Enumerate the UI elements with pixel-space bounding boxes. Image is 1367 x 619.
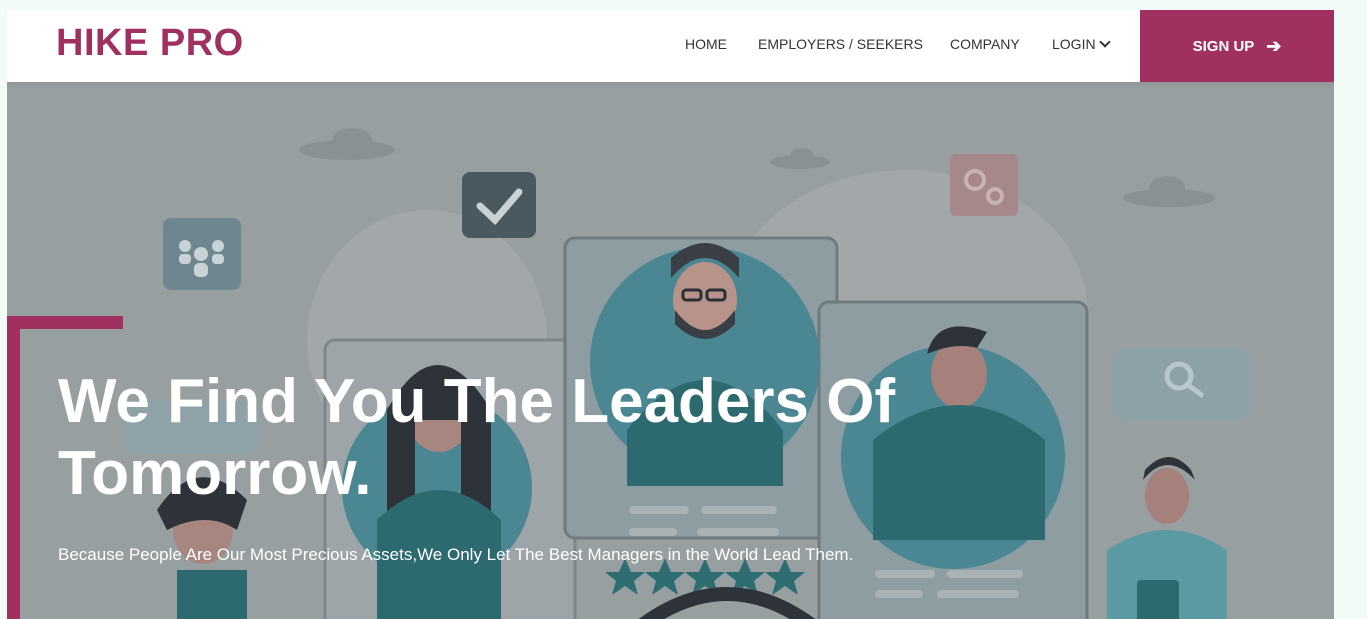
hero-accent-bar-horizontal [7, 316, 123, 329]
hero-accent-bar-vertical [7, 316, 20, 619]
navbar: HIKE PRO HOME EMPLOYERS / SEEKERS COMPAN… [7, 10, 1334, 82]
team-icon [163, 218, 241, 290]
hero-illustration [7, 82, 1334, 619]
hero-headline: We Find You The Leaders Of Tomorrow. [58, 367, 896, 508]
chevron-down-icon [1098, 36, 1111, 48]
nav-employers-seekers[interactable]: EMPLOYERS / SEEKERS [758, 36, 923, 52]
arrow-right-icon: ➔ [1266, 35, 1282, 56]
gears-icon [950, 154, 1018, 216]
signup-label: SIGN UP [1192, 37, 1255, 55]
page-frame: HIKE PRO HOME EMPLOYERS / SEEKERS COMPAN… [7, 10, 1334, 619]
signup-button[interactable]: SIGN UP ➔ [1140, 10, 1334, 82]
nav-login-label: LOGIN [1052, 36, 1096, 52]
site-logo[interactable]: HIKE PRO [56, 22, 244, 65]
nav-home[interactable]: HOME [685, 36, 727, 52]
nav-login[interactable]: LOGIN [1052, 36, 1111, 52]
hero-subtext: Because People Are Our Most Precious Ass… [58, 545, 854, 564]
nav-company[interactable]: COMPANY [950, 36, 1020, 52]
checkmark-icon [462, 172, 536, 238]
